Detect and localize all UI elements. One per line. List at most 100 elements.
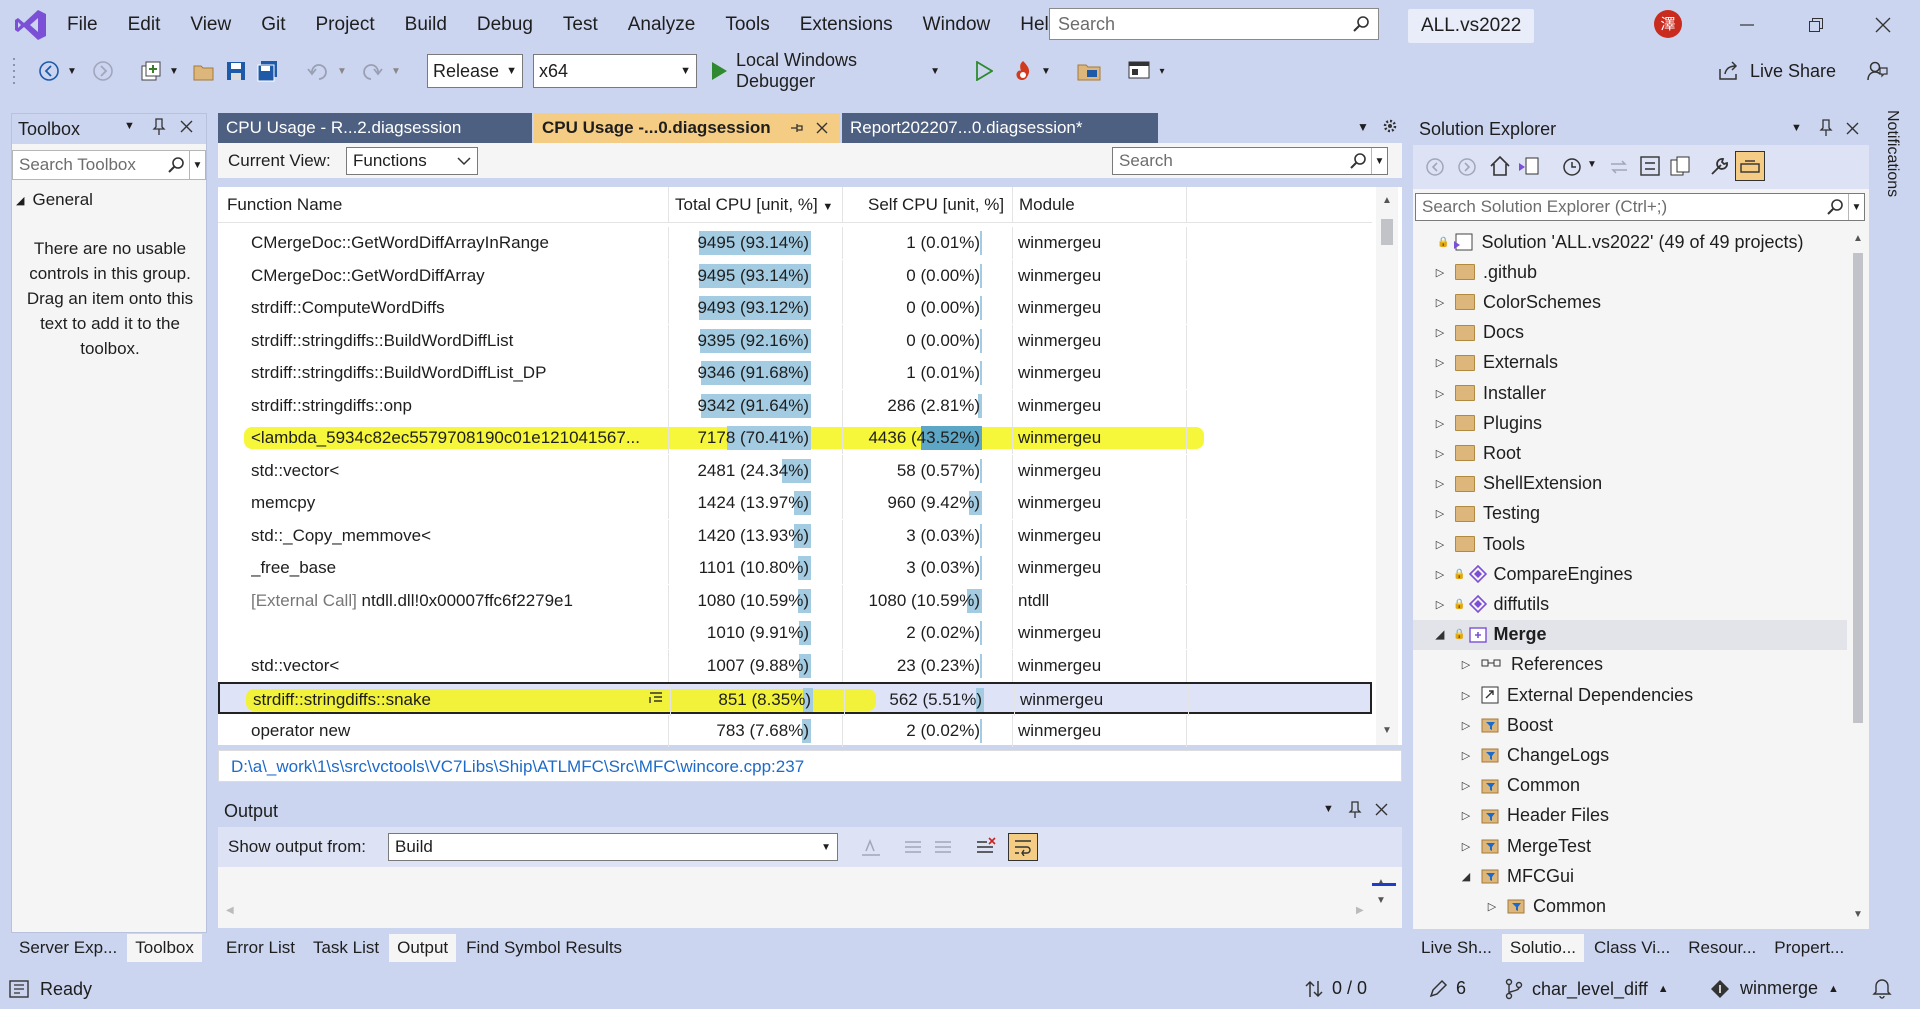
table-row[interactable]: <lambda_5934c82ec5579708190c01e121041567… bbox=[218, 422, 1372, 454]
tab-toolbox[interactable]: Toolbox bbox=[127, 934, 202, 962]
table-row[interactable]: std::vector< 1007 (9.88%) 23 (0.23%) winmer… bbox=[218, 649, 1372, 682]
previous-message-icon[interactable] bbox=[902, 837, 924, 857]
start-debugging-button[interactable]: Local Windows Debugger ▼ bbox=[710, 50, 940, 91]
tree-item[interactable]: ▷ ColorSchemes bbox=[1413, 287, 1847, 317]
tab-live-share[interactable]: Live Sh... bbox=[1413, 934, 1500, 962]
expand-triangle-icon[interactable]: ▷ bbox=[1431, 568, 1449, 581]
menu-item-tools[interactable]: Tools bbox=[710, 0, 784, 50]
window-layout-icon[interactable] bbox=[1124, 52, 1154, 90]
menu-item-test[interactable]: Test bbox=[548, 0, 613, 50]
tab-find-symbol-results[interactable]: Find Symbol Results bbox=[458, 934, 631, 962]
expand-triangle-icon[interactable]: ▷ bbox=[1457, 779, 1475, 792]
menu-item-edit[interactable]: Edit bbox=[113, 0, 176, 50]
tree-item[interactable]: ▷ ChangeLogs bbox=[1413, 740, 1847, 770]
expand-triangle-icon[interactable]: ▷ bbox=[1431, 447, 1449, 460]
table-row[interactable]: std::vector< 2481 (24.34%) 58 (0.57%) winme… bbox=[218, 454, 1372, 487]
next-message-icon[interactable] bbox=[932, 837, 954, 857]
column-module[interactable]: Module bbox=[1019, 195, 1075, 215]
solution-search-input[interactable]: Search Solution Explorer (Ctrl+;) ▼ bbox=[1415, 193, 1865, 221]
restore-icon[interactable] bbox=[1801, 10, 1831, 40]
tab-output[interactable]: Output bbox=[389, 934, 457, 962]
tree-item[interactable]: ▷ Tools bbox=[1413, 529, 1847, 559]
redo-dropdown-icon[interactable]: ▼ bbox=[390, 52, 402, 90]
pin-icon[interactable] bbox=[1819, 119, 1833, 137]
show-all-files-icon[interactable] bbox=[1669, 155, 1691, 177]
table-row[interactable]: std::_Copy_memmove< 1420 (13.93%) 3 (0.03%… bbox=[218, 519, 1372, 552]
tree-item[interactable]: ▷ Header Files bbox=[1413, 801, 1847, 831]
redo-icon[interactable] bbox=[358, 52, 386, 90]
table-row[interactable]: strdiff::stringdiffs::BuildWordDiffList_… bbox=[218, 357, 1372, 389]
toggle-word-wrap-icon[interactable] bbox=[1008, 833, 1038, 861]
close-icon[interactable] bbox=[180, 120, 193, 133]
expand-triangle-icon[interactable]: ▷ bbox=[1431, 538, 1449, 551]
output-text-area[interactable] bbox=[218, 867, 1402, 928]
save-all-icon[interactable] bbox=[254, 52, 282, 90]
pin-icon[interactable] bbox=[152, 118, 166, 136]
output-source-dropdown[interactable]: Build ▼ bbox=[388, 833, 838, 861]
tree-item[interactable]: ▷ Root bbox=[1413, 438, 1847, 468]
tree-item[interactable]: ▷ ShellExtension bbox=[1413, 469, 1847, 499]
chevron-down-icon[interactable]: ▼ bbox=[1371, 148, 1387, 174]
notifications-tab[interactable]: Notifications bbox=[1878, 110, 1908, 220]
tab-error-list[interactable]: Error List bbox=[218, 934, 303, 962]
expand-triangle-icon[interactable]: ▷ bbox=[1457, 749, 1475, 762]
new-item-dropdown-icon[interactable]: ▼ bbox=[168, 52, 180, 90]
collapse-all-icon[interactable] bbox=[1639, 155, 1661, 177]
scroll-down-icon[interactable]: ▼ bbox=[1376, 895, 1386, 906]
branch-selector[interactable]: char_level_diff ▲ bbox=[1504, 978, 1669, 1000]
scrollbar-thumb[interactable] bbox=[1381, 219, 1393, 245]
view-source-icon[interactable] bbox=[648, 690, 664, 706]
expand-triangle-icon[interactable]: ▷ bbox=[1431, 387, 1449, 400]
tree-item[interactable]: ▷ Installer bbox=[1413, 378, 1847, 408]
column-self-cpu[interactable]: Self CPU [unit, %] bbox=[868, 195, 1004, 215]
tree-item[interactable]: ▷ MergeTest bbox=[1413, 831, 1847, 861]
tree-item[interactable]: ▷ Docs bbox=[1413, 318, 1847, 348]
menu-item-build[interactable]: Build bbox=[390, 0, 462, 50]
menu-item-analyze[interactable]: Analyze bbox=[613, 0, 711, 50]
close-window-icon[interactable] bbox=[1868, 10, 1898, 40]
table-row[interactable]: strdiff::stringdiffs::BuildWordDiffList 9… bbox=[218, 324, 1372, 357]
tree-item[interactable]: ▷ 🔒 CompareEngines bbox=[1413, 559, 1847, 589]
back-icon[interactable] bbox=[1425, 157, 1445, 177]
expand-triangle-icon[interactable]: ▷ bbox=[1431, 356, 1449, 369]
expand-triangle-icon[interactable]: ▷ bbox=[1431, 296, 1449, 309]
pin-icon[interactable] bbox=[790, 121, 804, 135]
expand-triangle-icon[interactable]: ▷ bbox=[1431, 507, 1449, 520]
tree-item[interactable]: 🔒 Solution 'ALL.vs2022' (49 of 49 project… bbox=[1413, 227, 1847, 257]
toolbox-group-general[interactable]: ◢ General bbox=[16, 186, 93, 214]
home-icon[interactable] bbox=[1489, 155, 1511, 177]
table-row[interactable]: 1010 (9.91%) 2 (0.02%) winmergeu bbox=[218, 617, 1372, 649]
settings-gear-icon[interactable] bbox=[1382, 118, 1398, 134]
output-options-icon[interactable]: ▼ bbox=[1323, 803, 1334, 815]
table-row[interactable]: memcpy 1424 (13.97%) 960 (9.42%) winmergeu bbox=[218, 487, 1372, 519]
menu-item-window[interactable]: Window bbox=[908, 0, 1006, 50]
tree-item[interactable]: ▷ Common bbox=[1413, 891, 1847, 921]
tree-item[interactable]: ▷ Boost bbox=[1413, 710, 1847, 740]
hot-reload-dropdown-icon[interactable]: ▼ bbox=[1040, 52, 1052, 90]
toolbox-options-icon[interactable]: ▼ bbox=[124, 120, 135, 132]
save-icon[interactable] bbox=[222, 52, 250, 90]
expand-triangle-icon[interactable]: ▷ bbox=[1431, 477, 1449, 490]
tab-list-dropdown-icon[interactable]: ▼ bbox=[1357, 120, 1369, 134]
scroll-up-icon[interactable]: ▲ bbox=[1853, 233, 1863, 244]
open-folder-icon[interactable] bbox=[1074, 52, 1104, 90]
tree-item[interactable]: ▷ Common bbox=[1413, 771, 1847, 801]
column-total-cpu[interactable]: Total CPU [unit, %] ▼ bbox=[675, 195, 833, 215]
source-path-link[interactable]: D:\a\_work\1\s\src\vctools\VC7Libs\Ship\… bbox=[231, 757, 804, 777]
tab-properties[interactable]: Propert... bbox=[1766, 934, 1853, 962]
git-sync-indicator[interactable]: 0 / 0 bbox=[1304, 978, 1367, 999]
expand-triangle-icon[interactable]: ▷ bbox=[1431, 326, 1449, 339]
properties-wrench-icon[interactable] bbox=[1709, 155, 1731, 177]
tree-item[interactable]: ▷ External Dependencies bbox=[1413, 680, 1847, 710]
panel-options-icon[interactable]: ▼ bbox=[1791, 122, 1802, 134]
chevron-down-icon[interactable]: ▼ bbox=[1587, 159, 1597, 170]
tree-item[interactable]: ▷ Plugins bbox=[1413, 408, 1847, 438]
pending-edits-indicator[interactable]: 6 bbox=[1428, 978, 1466, 999]
solution-configuration-dropdown[interactable]: Release ▼ bbox=[427, 54, 523, 88]
tab-cpu-usage-1[interactable]: CPU Usage - R...2.diagsession bbox=[218, 113, 532, 143]
solution-name-badge[interactable]: ALL.vs2022 bbox=[1408, 9, 1535, 43]
expanded-triangle-icon[interactable]: ◢ bbox=[1431, 628, 1449, 641]
current-view-dropdown[interactable]: Functions bbox=[346, 147, 478, 175]
expand-triangle-icon[interactable]: ▷ bbox=[1457, 809, 1475, 822]
tab-report[interactable]: Report202207...0.diagsession* bbox=[842, 113, 1158, 143]
